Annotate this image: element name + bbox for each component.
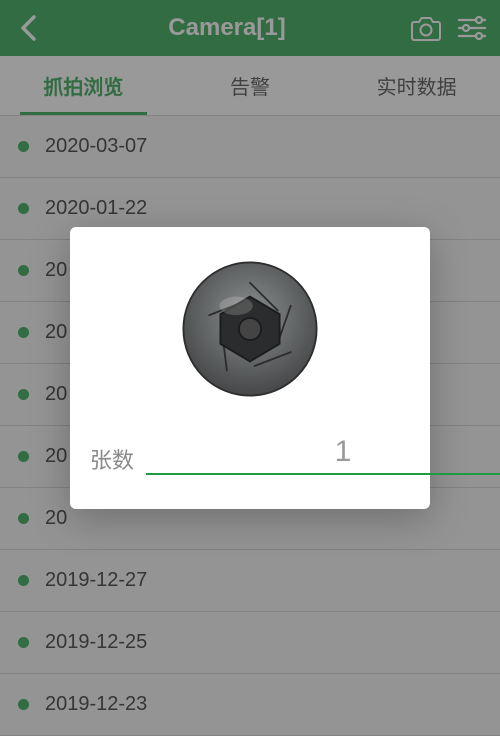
capture-dialog: 张数 (Pcs) (70, 227, 430, 509)
app-root: Camera[1] 抓拍浏览 告 (0, 0, 500, 736)
count-input-row: 张数 (Pcs) (90, 433, 410, 475)
aperture-icon (176, 255, 324, 403)
count-input[interactable] (146, 433, 500, 475)
modal-overlay[interactable]: 张数 (Pcs) (0, 0, 500, 736)
count-label: 张数 (90, 443, 134, 475)
